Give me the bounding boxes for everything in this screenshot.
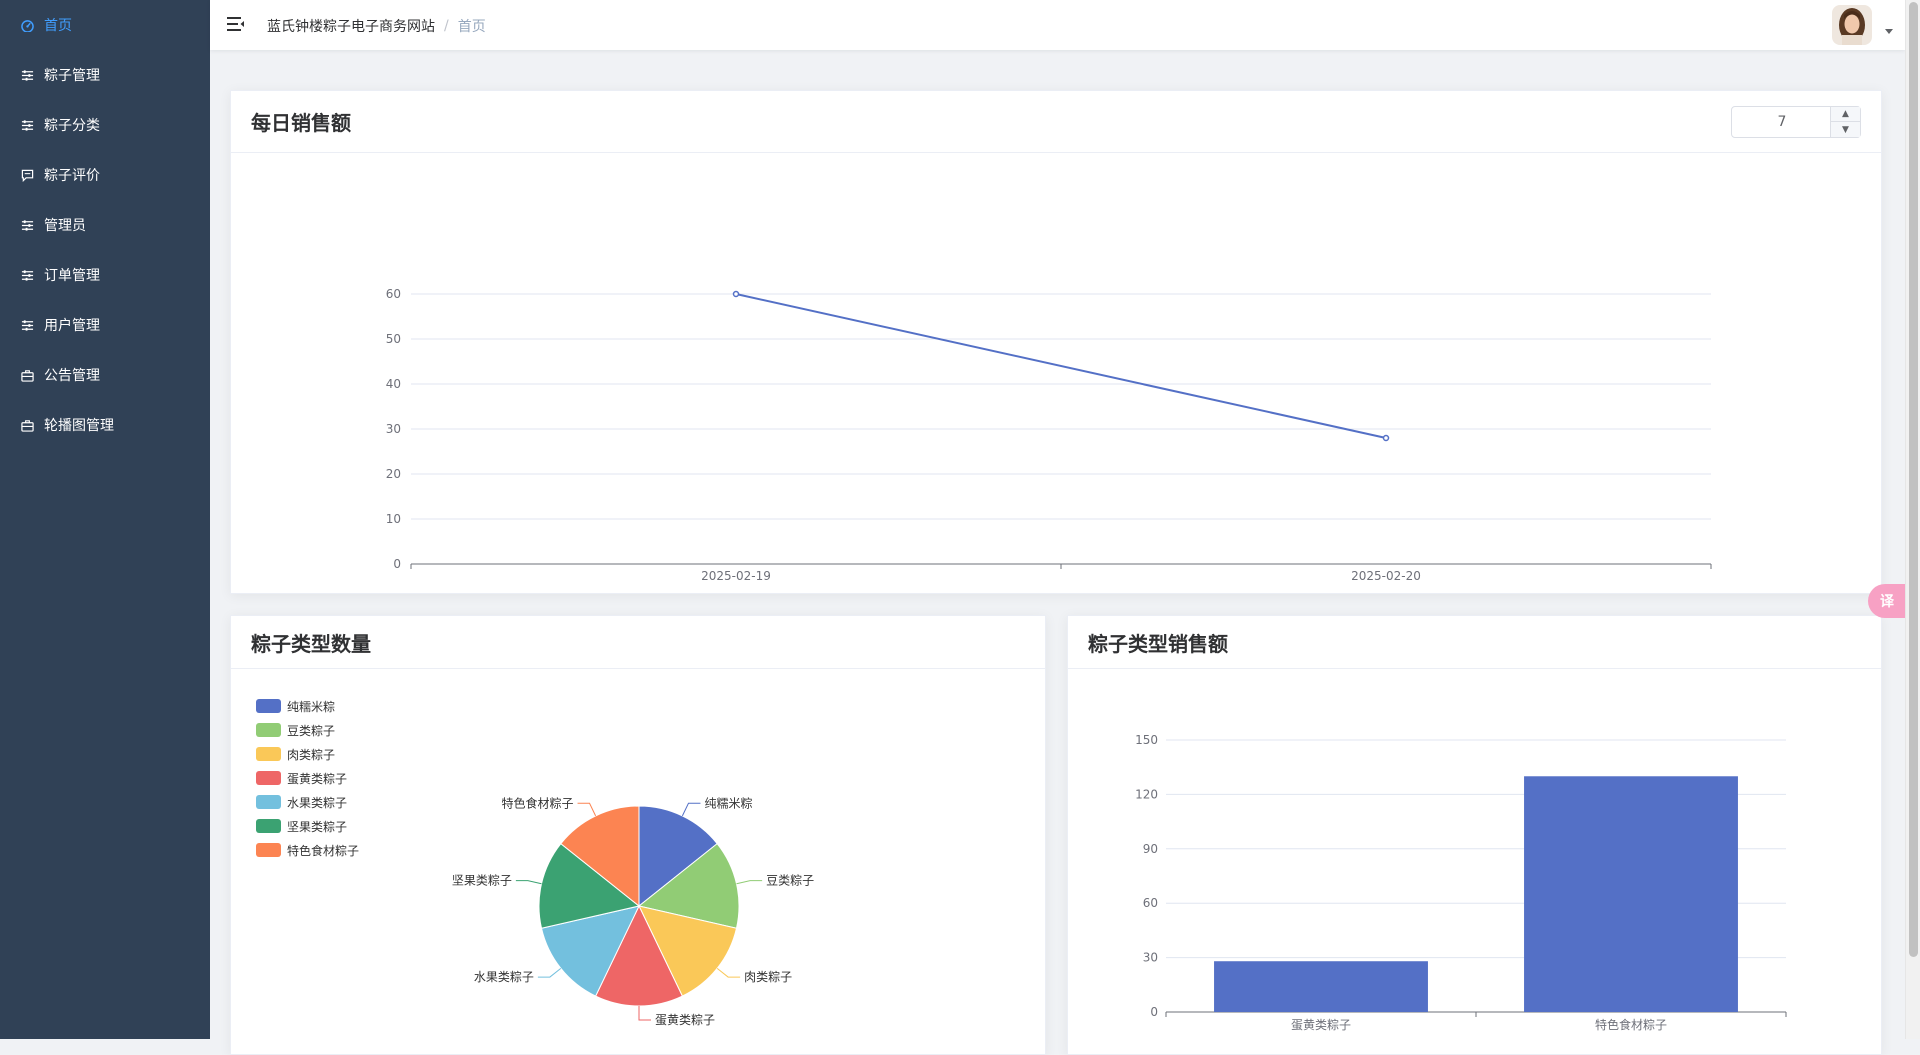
pie-label: 蛋黄类粽子 [655, 1012, 715, 1027]
sidebar-menu: 首页粽子管理粽子分类粽子评价管理员订单管理用户管理公告管理轮播图管理 [0, 0, 210, 450]
type-sales-header: 粽子类型销售额 [1068, 616, 1881, 669]
sidebar-item-label: 轮播图管理 [44, 418, 114, 434]
daily-sales-chart: 0 10 20 30 40 50 60 2025-02-19 2025-02-20 [386, 287, 1712, 583]
pie-label: 豆类粽子 [766, 873, 814, 888]
y-tick-label: 20 [386, 467, 401, 481]
type-count-title: 粽子类型数量 [251, 631, 371, 656]
series-line [735, 293, 1387, 439]
pie-label: 特色食材粽子 [502, 795, 574, 810]
pie-label-line [577, 802, 597, 817]
breadcrumb-separator: / [444, 18, 449, 34]
sidebar: 首页粽子管理粽子分类粽子评价管理员订单管理用户管理公告管理轮播图管理 [0, 0, 210, 1039]
y-tick-label: 60 [1143, 896, 1158, 910]
sidebar-item-6[interactable]: 订单管理 [0, 250, 210, 300]
type-sales-chart: 0 30 60 90 120 150 蛋黄类粽子 特色食材粽子 [1135, 733, 1787, 1032]
y-tick-label: 150 [1135, 733, 1158, 747]
sidebar-item-8[interactable]: 公告管理 [0, 350, 210, 400]
sidebar-item-label: 用户管理 [44, 318, 100, 334]
y-tick-label: 10 [386, 512, 401, 526]
briefcase-icon [20, 418, 34, 432]
bar [1214, 961, 1428, 1012]
sliders-icon [20, 268, 34, 282]
sidebar-item-label: 公告管理 [44, 368, 100, 384]
pie-label: 水果类粽子 [474, 969, 534, 984]
y-tick-label: 120 [1135, 787, 1158, 801]
y-tick-label: 0 [1150, 1005, 1158, 1019]
daily-sales-card: 每日销售额 7 ▲ ▼ 0 10 20 30 40 50 60 2025-02-19 2025-… [230, 90, 1882, 594]
data-point [732, 290, 740, 298]
type-sales-card: 粽子类型销售额 0 30 60 90 120 150 蛋黄类粽子 特色食材粽子 [1067, 615, 1882, 1055]
type-sales-title: 粽子类型销售额 [1088, 631, 1228, 656]
pie-label-line [736, 880, 763, 885]
sidebar-item-label: 粽子管理 [44, 68, 100, 84]
breadcrumb-current: 首页 [457, 19, 486, 35]
y-tick-label: 90 [1143, 842, 1158, 856]
days-input-value[interactable]: 7 [1732, 107, 1832, 137]
sidebar-item-label: 管理员 [44, 218, 86, 234]
pie-label: 坚果类粽子 [452, 873, 512, 888]
days-stepper: ▲ ▼ [1830, 107, 1860, 137]
main-area: 蓝氏钟楼粽子电子商务网站 / 首页 每日销售额 7 ▲ ▼ 0 10 20 30… [210, 0, 1905, 1055]
type-count-chart: 纯糯米粽豆类粽子肉类粽子蛋黄类粽子 水果类粽子 坚果类粽子 特色食材粽子 [452, 795, 814, 1027]
sidebar-item-5[interactable]: 管理员 [0, 200, 210, 250]
sidebar-item-2[interactable]: 粽子管理 [0, 50, 210, 100]
sliders-icon [20, 118, 34, 132]
translate-icon[interactable]: 译 [1868, 584, 1906, 618]
briefcase-icon [20, 368, 34, 382]
pie-label-line [537, 967, 562, 978]
y-tick-label: 30 [386, 422, 401, 436]
data-point [1382, 434, 1390, 442]
pie-label: 纯糯米粽 [704, 795, 752, 810]
pie-label: 肉类粽子 [744, 969, 792, 984]
sliders-icon [20, 68, 34, 82]
sidebar-item-3[interactable]: 粽子分类 [0, 100, 210, 150]
days-input[interactable]: 7 ▲ ▼ [1731, 106, 1861, 138]
breadcrumb-site[interactable]: 蓝氏钟楼粽子电子商务网站 [267, 16, 435, 36]
y-tick-label: 0 [393, 557, 401, 571]
sidebar-item-label: 首页 [44, 18, 72, 34]
hamburger-icon[interactable] [227, 15, 245, 33]
x-tick-label: 蛋黄类粽子 [1291, 1017, 1351, 1032]
sidebar-item-4[interactable]: 粽子评价 [0, 150, 210, 200]
pie-label-line [515, 880, 542, 885]
y-tick-label: 30 [1143, 951, 1158, 965]
y-tick-label: 50 [386, 332, 401, 346]
sidebar-item-7[interactable]: 用户管理 [0, 300, 210, 350]
daily-sales-header: 每日销售额 [231, 91, 1881, 153]
chevron-up-icon[interactable]: ▲ [1831, 107, 1860, 122]
comment-icon [20, 168, 34, 182]
sliders-icon [20, 318, 34, 332]
x-tick-label: 特色食材粽子 [1595, 1017, 1667, 1032]
type-count-header: 粽子类型数量 [231, 616, 1045, 669]
pie-label-line [716, 967, 741, 978]
sidebar-item-1[interactable]: 首页 [0, 0, 210, 50]
sidebar-item-9[interactable]: 轮播图管理 [0, 400, 210, 450]
breadcrumb: 蓝氏钟楼粽子电子商务网站 / 首页 [267, 16, 486, 36]
bar [1524, 776, 1738, 1012]
avatar[interactable] [1832, 5, 1872, 45]
type-count-card: 粽子类型数量 纯糯米粽豆类粽子肉类粽子蛋黄类粽子 水果类粽子 坚果类粽子 特色食材粽子… [230, 615, 1046, 1055]
scrollbar-thumb[interactable] [1909, 2, 1918, 957]
navbar: 蓝氏钟楼粽子电子商务网站 / 首页 [210, 0, 1905, 50]
sidebar-item-label: 订单管理 [44, 268, 100, 284]
dashboard-icon [20, 18, 34, 32]
sidebar-item-label: 粽子评价 [44, 168, 100, 184]
avatar-caret-icon[interactable] [1885, 29, 1893, 34]
page-scrollbar[interactable] [1905, 0, 1920, 1039]
x-tick-label: 2025-02-19 [701, 569, 771, 583]
pie-label-line [638, 1006, 651, 1021]
x-tick-label: 2025-02-20 [1351, 569, 1421, 583]
sidebar-item-label: 粽子分类 [44, 118, 100, 134]
daily-sales-title: 每日销售额 [251, 111, 351, 135]
chevron-down-icon[interactable]: ▼ [1831, 122, 1860, 137]
pie-label-line [681, 802, 701, 817]
sliders-icon [20, 218, 34, 232]
y-tick-label: 40 [386, 377, 401, 391]
y-tick-label: 60 [386, 287, 401, 301]
